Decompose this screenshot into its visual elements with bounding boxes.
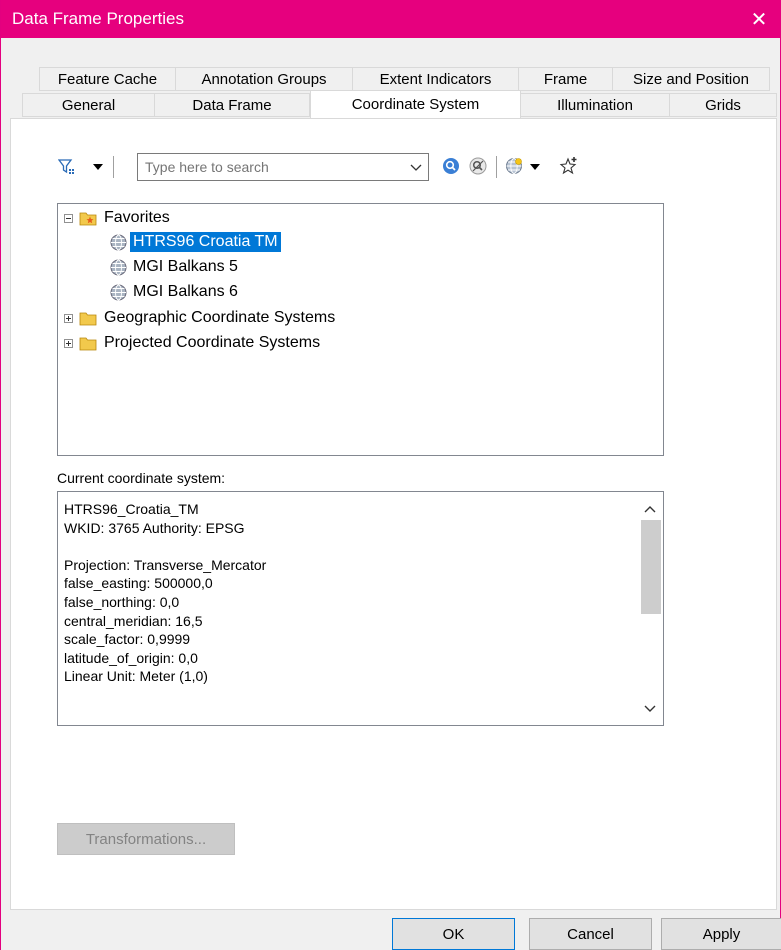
dropdown-arrow-icon[interactable] (92, 161, 104, 173)
tree-node-mgi-balkans-5[interactable]: MGI Balkans 5 (110, 256, 241, 278)
collapse-icon[interactable] (64, 213, 73, 223)
tab-illumination[interactable]: Illumination (520, 93, 670, 117)
expand-icon[interactable] (64, 313, 73, 323)
apply-button[interactable]: Apply (661, 918, 781, 950)
tab-data-frame[interactable]: Data Frame (154, 93, 310, 117)
dialog-window: Data Frame Properties ✕ Feature Cache An… (0, 0, 781, 950)
expand-icon[interactable] (64, 338, 73, 348)
tree-node-label: MGI Balkans 6 (133, 283, 238, 300)
globe-icon (110, 259, 127, 276)
close-icon[interactable]: ✕ (736, 0, 781, 38)
details-text: HTRS96_Croatia_TM WKID: 3765 Authority: … (64, 500, 266, 686)
detail-line: false_northing: 0,0 (64, 593, 180, 610)
tree-node-projected-coordinate-systems[interactable]: Projected Coordinate Systems (64, 332, 323, 354)
tree-node-label: MGI Balkans 5 (133, 258, 238, 275)
tab-frame[interactable]: Frame (518, 67, 613, 91)
scrollbar-thumb[interactable] (641, 520, 661, 614)
title-bar: Data Frame Properties ✕ (1, 0, 781, 38)
search-icon[interactable] (441, 156, 461, 176)
favorites-folder-icon (79, 210, 97, 226)
detail-line: central_meridian: 16,5 (64, 612, 203, 629)
tree-node-geographic-coordinate-systems[interactable]: Geographic Coordinate Systems (64, 307, 338, 329)
globe-icon (110, 234, 127, 251)
globe-icon[interactable] (504, 156, 524, 176)
clear-search-icon[interactable] (468, 156, 488, 176)
detail-line: Projection: Transverse_Mercator (64, 556, 267, 573)
tab-feature-cache[interactable]: Feature Cache (39, 67, 176, 91)
folder-icon (79, 310, 97, 326)
search-box[interactable] (137, 153, 429, 181)
tree-node-htrs96-croatia-tm[interactable]: HTRS96 Croatia TM (110, 231, 281, 253)
tab-extent-indicators[interactable]: Extent Indicators (352, 67, 519, 91)
window-title: Data Frame Properties (12, 9, 184, 28)
chevron-down-icon[interactable] (408, 159, 424, 175)
tree-node-label: Projected Coordinate Systems (104, 334, 321, 351)
detail-line: latitude_of_origin: 0,0 (64, 649, 198, 666)
cancel-button[interactable]: Cancel (529, 918, 652, 950)
detail-line: WKID: 3765 Authority: EPSG (64, 519, 245, 536)
detail-line: scale_factor: 0,9999 (64, 631, 191, 648)
transformations-button[interactable]: Transformations... (57, 823, 235, 855)
vertical-scrollbar[interactable] (637, 492, 663, 725)
ok-button[interactable]: OK (392, 918, 515, 950)
search-input[interactable] (138, 154, 400, 180)
folder-icon (79, 335, 97, 351)
current-coordinate-system-details[interactable]: HTRS96_Croatia_TM WKID: 3765 Authority: … (57, 491, 664, 726)
tree-node-favorites[interactable]: Favorites (64, 207, 173, 229)
detail-line: Linear Unit: Meter (1,0) (64, 668, 208, 685)
toolbar-separator (496, 156, 497, 178)
scroll-down-icon[interactable] (643, 702, 657, 714)
tree-node-label: Favorites (104, 209, 170, 226)
current-coordinate-system-label: Current coordinate system: (57, 470, 226, 486)
scroll-up-icon[interactable] (643, 502, 657, 514)
tab-size-and-position[interactable]: Size and Position (612, 67, 770, 91)
tab-annotation-groups[interactable]: Annotation Groups (175, 67, 353, 91)
tree-node-label: HTRS96 Croatia TM (130, 232, 281, 252)
add-favorite-icon[interactable] (558, 155, 580, 177)
tab-grids[interactable]: Grids (669, 93, 777, 117)
detail-line (64, 537, 266, 556)
detail-line: false_easting: 500000,0 (64, 575, 213, 592)
filter-icon[interactable] (57, 157, 77, 177)
tab-general[interactable]: General (22, 93, 155, 117)
coordinate-system-tree[interactable]: Favorites HTRS96 Croatia TM MGI Balkans … (57, 203, 664, 456)
globe-icon (110, 284, 127, 301)
tree-node-mgi-balkans-6[interactable]: MGI Balkans 6 (110, 281, 241, 303)
tree-node-label: Geographic Coordinate Systems (104, 309, 336, 326)
toolbar-separator (113, 156, 114, 178)
detail-line: HTRS96_Croatia_TM (64, 501, 199, 517)
tab-coordinate-system[interactable]: Coordinate System (310, 90, 521, 118)
dropdown-arrow-icon[interactable] (529, 161, 541, 173)
